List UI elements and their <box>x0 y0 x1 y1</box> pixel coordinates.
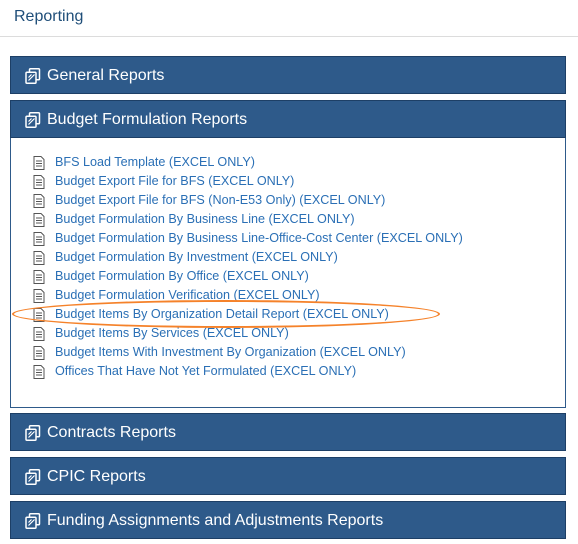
page-header: Reporting <box>0 0 578 37</box>
report-link[interactable]: Budget Formulation By Investment (EXCEL … <box>55 250 338 264</box>
copy-icon <box>25 68 41 84</box>
document-icon <box>33 251 45 265</box>
copy-icon <box>25 425 41 441</box>
panel-budget-formulation-reports[interactable]: Budget Formulation Reports <box>10 100 566 138</box>
budget-reports-panel-body: BFS Load Template (EXCEL ONLY) Budget Ex… <box>10 138 566 408</box>
report-link[interactable]: Offices That Have Not Yet Formulated (EX… <box>55 364 356 378</box>
panel-label: Budget Formulation Reports <box>47 111 248 128</box>
document-icon <box>33 289 45 303</box>
document-icon <box>33 346 45 360</box>
panel-general-reports[interactable]: General Reports <box>10 56 566 94</box>
panel-cpic-reports[interactable]: CPIC Reports <box>10 457 566 495</box>
panel-funding-assignments-reports[interactable]: Funding Assignments and Adjustments Repo… <box>10 501 566 539</box>
copy-icon <box>25 112 41 128</box>
report-link[interactable]: Budget Items By Services (EXCEL ONLY) <box>55 326 289 340</box>
panel-label: General Reports <box>47 67 165 84</box>
report-link[interactable]: Budget Formulation By Office (EXCEL ONLY… <box>55 269 309 283</box>
panel-label: Contracts Reports <box>47 424 176 441</box>
document-icon <box>33 365 45 379</box>
document-icon <box>33 175 45 189</box>
report-link[interactable]: BFS Load Template (EXCEL ONLY) <box>55 155 255 169</box>
document-icon <box>33 308 45 322</box>
panel-label: Funding Assignments and Adjustments Repo… <box>47 512 384 529</box>
page-title: Reporting <box>14 8 84 25</box>
panel-contracts-reports[interactable]: Contracts Reports <box>10 413 566 451</box>
report-link[interactable]: Budget Formulation By Business Line (EXC… <box>55 212 355 226</box>
report-link[interactable]: Budget Export File for BFS (Non-E53 Only… <box>55 193 385 207</box>
report-link[interactable]: Budget Export File for BFS (EXCEL ONLY) <box>55 174 294 188</box>
copy-icon <box>25 469 41 485</box>
report-link[interactable]: Budget Items With Investment By Organiza… <box>55 345 406 359</box>
document-icon <box>33 156 45 170</box>
copy-icon <box>25 513 41 529</box>
report-link[interactable]: Budget Formulation By Business Line-Offi… <box>55 231 463 245</box>
document-icon <box>33 327 45 341</box>
document-icon <box>33 213 45 227</box>
document-icon <box>33 270 45 284</box>
document-icon <box>33 232 45 246</box>
panel-label: CPIC Reports <box>47 468 146 485</box>
report-link[interactable]: Budget Items By Organization Detail Repo… <box>55 307 389 321</box>
report-link[interactable]: Budget Formulation Verification (EXCEL O… <box>55 288 320 302</box>
document-icon <box>33 194 45 208</box>
